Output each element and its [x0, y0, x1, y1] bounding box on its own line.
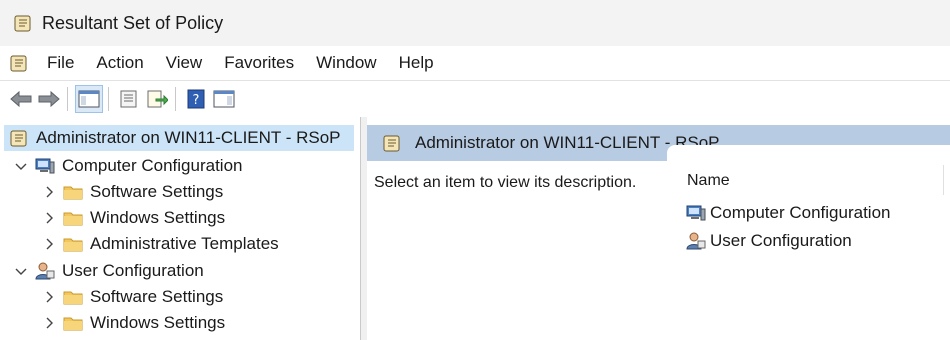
help-icon[interactable]: ? — [183, 85, 209, 113]
column-divider[interactable] — [943, 165, 944, 195]
computer-icon — [34, 156, 56, 176]
tree-item-label: Software Settings — [90, 182, 224, 201]
toolbar-separator — [67, 87, 68, 111]
tree-item-label: Windows Settings — [90, 313, 226, 332]
menu-favorites[interactable]: Favorites — [213, 46, 305, 80]
forward-arrow-icon[interactable] — [36, 85, 62, 113]
menu-action[interactable]: Action — [85, 46, 154, 80]
tree-item-software-settings[interactable]: Software Settings — [40, 179, 223, 205]
list-item-label: Computer Configuration — [710, 203, 891, 222]
toolbar: ? — [0, 80, 950, 118]
list-item-label: User Configuration — [710, 231, 852, 250]
computer-icon — [685, 203, 707, 223]
title-bar: Resultant Set of Policy — [0, 0, 950, 47]
chevron-down-icon[interactable] — [12, 262, 30, 280]
tree-root-label: Administrator on WIN11-CLIENT - RSoP — [36, 128, 341, 147]
user-icon — [34, 261, 56, 281]
details-list: Name Computer Configuration User Configu… — [667, 145, 950, 340]
list-item-computer-configuration[interactable]: Computer Configuration — [685, 201, 890, 225]
folder-icon — [62, 287, 84, 307]
rsop-scroll-icon — [12, 13, 34, 33]
folder-icon — [62, 182, 84, 202]
chevron-right-icon[interactable] — [40, 209, 58, 227]
tree-item-administrative-templates[interactable]: Administrative Templates — [40, 231, 279, 257]
rsop-scroll-icon — [8, 128, 30, 148]
tree-item-label: Software Settings — [90, 287, 224, 306]
system-menu-icon[interactable] — [8, 53, 30, 73]
column-header-name[interactable]: Name — [687, 172, 730, 190]
tree-item-computer-configuration[interactable]: Computer Configuration — [12, 153, 242, 179]
folder-icon — [62, 234, 84, 254]
tree-item-label: Administrative Templates — [90, 234, 279, 253]
menu-help[interactable]: Help — [388, 46, 445, 80]
menu-view[interactable]: View — [155, 46, 214, 80]
chevron-right-icon[interactable] — [40, 235, 58, 253]
folder-icon — [62, 313, 84, 333]
list-item-user-configuration[interactable]: User Configuration — [685, 229, 852, 253]
chevron-right-icon[interactable] — [40, 288, 58, 306]
menu-file[interactable]: File — [36, 46, 85, 80]
tree-item-user-configuration[interactable]: User Configuration — [12, 258, 204, 284]
chevron-down-icon[interactable] — [12, 157, 30, 175]
back-arrow-icon[interactable] — [8, 85, 34, 113]
chevron-right-icon[interactable] — [40, 314, 58, 332]
rsop-scroll-icon — [381, 133, 403, 153]
tree-item-windows-settings[interactable]: Windows Settings — [40, 205, 225, 231]
export-list-icon[interactable] — [144, 85, 170, 113]
svg-text:?: ? — [193, 93, 200, 108]
tree-item-label: Computer Configuration — [62, 156, 243, 175]
show-hide-action-pane-icon[interactable] — [211, 85, 237, 113]
menu-bar: File Action View Favorites Window Help — [0, 46, 950, 80]
chevron-right-icon[interactable] — [40, 183, 58, 201]
console-tree: Administrator on WIN11-CLIENT - RSoP Com… — [0, 117, 360, 340]
window-title: Resultant Set of Policy — [42, 12, 224, 33]
properties-icon[interactable] — [116, 85, 142, 113]
menu-window[interactable]: Window — [305, 46, 387, 80]
tree-item-user-software-settings[interactable]: Software Settings — [40, 284, 223, 310]
description-text: Select an item to view its description. — [374, 174, 637, 191]
user-icon — [685, 231, 707, 251]
show-hide-console-tree-icon[interactable] — [75, 85, 103, 113]
details-pane: Administrator on WIN11-CLIENT - RSoP Sel… — [367, 117, 950, 340]
tree-item-label: User Configuration — [62, 261, 204, 280]
tree-item-label: Windows Settings — [90, 208, 226, 227]
toolbar-separator — [175, 87, 176, 111]
tree-item-user-windows-settings[interactable]: Windows Settings — [40, 310, 225, 336]
tree-root-item[interactable]: Administrator on WIN11-CLIENT - RSoP — [4, 125, 354, 151]
toolbar-separator — [108, 87, 109, 111]
folder-icon — [62, 208, 84, 228]
